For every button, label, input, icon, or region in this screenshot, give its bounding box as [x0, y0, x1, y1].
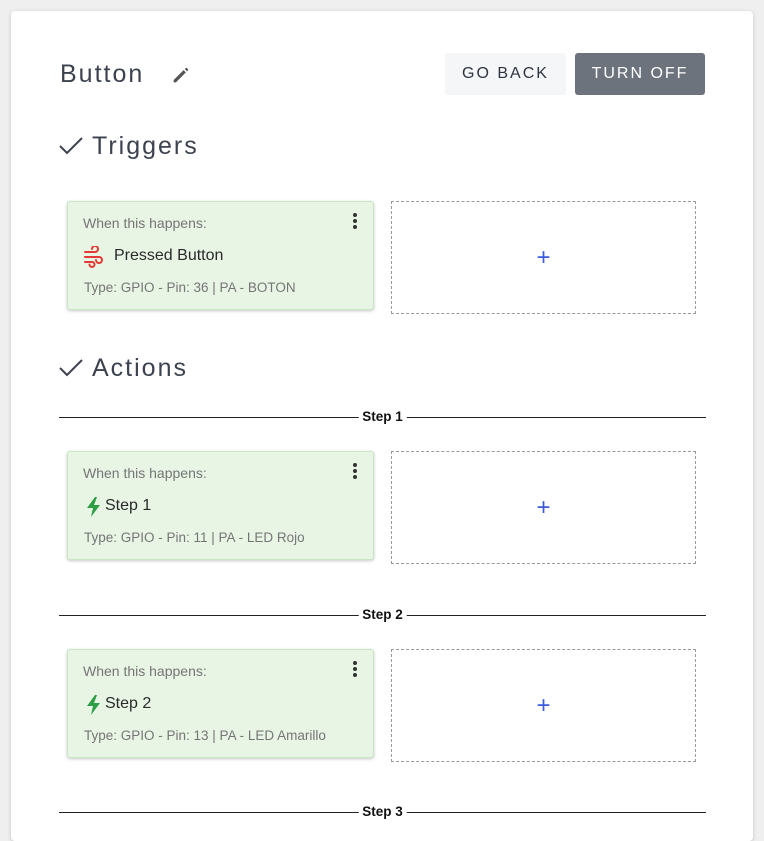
action-card[interactable]: When this happens: Step 1 Type: GPIO - P…: [67, 451, 374, 560]
card-meta: Type: GPIO - Pin: 11 | PA - LED Rojo: [84, 530, 305, 545]
trigger-card[interactable]: When this happens: Pressed Button Type: …: [67, 201, 374, 310]
pencil-icon[interactable]: [170, 64, 192, 86]
step-divider: Step 2: [59, 607, 706, 623]
step-label: Step 3: [358, 804, 407, 820]
action-card[interactable]: When this happens: Step 2 Type: GPIO - P…: [67, 649, 374, 758]
card-meta: Type: GPIO - Pin: 13 | PA - LED Amarillo: [84, 728, 326, 743]
checkmark-icon: [59, 359, 83, 377]
card-title: Pressed Button: [114, 247, 224, 264]
plus-icon: +: [536, 493, 551, 521]
actions-section-header[interactable]: Actions: [58, 351, 188, 385]
card-title: Step 1: [105, 497, 152, 514]
add-action-button[interactable]: +: [391, 649, 696, 762]
card-caption: When this happens:: [83, 465, 207, 481]
plus-icon: +: [536, 691, 551, 719]
add-trigger-button[interactable]: +: [391, 201, 696, 314]
card-caption: When this happens:: [83, 663, 207, 679]
lightning-bolt-icon: [83, 496, 105, 518]
wind-icon: [83, 245, 105, 268]
triggers-section-header[interactable]: Triggers: [58, 129, 199, 163]
triggers-title: Triggers: [92, 131, 199, 160]
card-title: Step 2: [105, 695, 152, 712]
actions-title: Actions: [92, 353, 188, 382]
more-vert-icon[interactable]: [351, 661, 359, 681]
checkmark-icon: [59, 137, 83, 155]
page-title: Button: [60, 60, 145, 88]
step-divider: Step 1: [59, 409, 706, 425]
more-vert-icon[interactable]: [351, 213, 359, 233]
card-caption: When this happens:: [83, 215, 207, 231]
plus-icon: +: [536, 243, 551, 271]
step-divider: Step 3: [59, 804, 706, 820]
turn-off-button[interactable]: TURN OFF: [575, 53, 705, 95]
card-meta: Type: GPIO - Pin: 36 | PA - BOTON: [84, 280, 296, 295]
go-back-button[interactable]: GO BACK: [445, 53, 566, 95]
more-vert-icon[interactable]: [351, 463, 359, 483]
step-label: Step 2: [358, 607, 407, 623]
step-label: Step 1: [358, 409, 407, 425]
lightning-bolt-icon: [83, 694, 105, 716]
add-action-button[interactable]: +: [391, 451, 696, 564]
